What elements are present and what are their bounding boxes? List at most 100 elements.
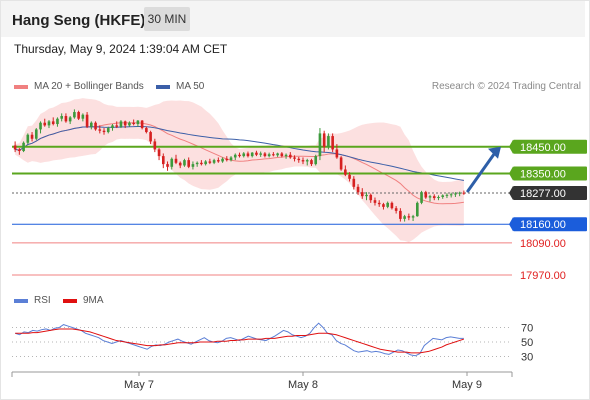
candle-body	[348, 174, 351, 179]
candle-body	[77, 112, 80, 119]
candle-body	[128, 122, 131, 126]
candle-body	[399, 210, 402, 219]
candle-body	[437, 196, 440, 199]
candle-body	[217, 160, 220, 162]
candle-body	[445, 194, 449, 196]
candle-body	[153, 141, 157, 150]
candle-body	[238, 154, 241, 157]
candle-body	[369, 194, 373, 201]
candle-body	[47, 121, 51, 126]
candle-body	[73, 112, 76, 118]
candle-body	[51, 121, 55, 125]
candle-body	[22, 142, 25, 152]
candle-body	[280, 153, 284, 157]
candle-body	[149, 132, 152, 142]
rsi-level-label: 30	[521, 352, 533, 364]
candle-body	[305, 160, 309, 162]
candle-body	[462, 192, 466, 194]
candle-body	[424, 192, 428, 198]
candle-body	[335, 149, 339, 158]
candle-body	[310, 160, 313, 165]
candle-body	[259, 153, 262, 155]
candle-body	[314, 156, 318, 165]
candle-body	[221, 158, 224, 162]
candle-body	[30, 134, 34, 139]
candle-body	[170, 158, 174, 167]
candle-body	[34, 129, 38, 139]
candle-body	[183, 160, 186, 166]
candle-body	[250, 152, 254, 157]
candle-body	[394, 208, 398, 211]
candle-body	[200, 162, 203, 165]
candle-body	[454, 193, 457, 195]
candle-body	[90, 122, 93, 127]
candle-body	[18, 149, 21, 152]
chart-panel: Hang Seng (HKFE) 30 MIN Thursday, May 9,…	[0, 0, 590, 400]
candle-body	[204, 161, 207, 165]
candle-body	[432, 196, 436, 199]
x-axis-label: May 8	[288, 379, 318, 391]
candle-body	[81, 114, 85, 119]
candle-body	[365, 194, 368, 197]
rsi-level-label: 70	[521, 323, 533, 335]
candle-body	[166, 164, 169, 167]
candle-body	[276, 153, 279, 156]
candle-body	[288, 154, 292, 158]
candle-body	[403, 216, 406, 219]
forecast-arrow-head	[488, 146, 501, 159]
price-tag-pointer	[509, 185, 513, 200]
candle-body	[356, 186, 360, 193]
candle-body	[386, 202, 389, 207]
candle-body	[229, 157, 233, 161]
candle-body	[242, 153, 246, 157]
candle-body	[420, 192, 423, 203]
candle-body	[106, 128, 110, 133]
candle-body	[98, 129, 102, 131]
candle-body	[293, 157, 296, 159]
candle-body	[373, 200, 377, 203]
candle-body	[208, 161, 212, 163]
candle-body	[267, 154, 271, 157]
forecast-arrow-shaft	[466, 151, 497, 193]
candle-body	[297, 158, 301, 161]
candle-body	[407, 216, 411, 218]
candle-body	[145, 128, 148, 133]
candle-body	[344, 169, 347, 175]
candle-body	[272, 154, 275, 156]
candle-body	[111, 125, 114, 129]
candle-body	[352, 178, 356, 187]
candle-body	[161, 156, 165, 165]
candle-body	[449, 194, 453, 196]
price-label-last: 18277.00	[520, 188, 566, 200]
candle-body	[187, 160, 191, 167]
candle-body	[225, 158, 229, 161]
candle-body	[191, 164, 195, 167]
candle-body	[284, 154, 288, 157]
candle-body	[136, 120, 140, 125]
candle-body	[360, 192, 364, 197]
price-tag-pointer	[509, 166, 513, 181]
candle-body	[318, 133, 322, 157]
candle-body	[416, 202, 419, 217]
candle-body	[263, 153, 267, 157]
candle-body	[178, 162, 182, 166]
rsi-level-label: 50	[521, 337, 533, 349]
candle-body	[195, 162, 199, 165]
candle-body	[102, 130, 106, 133]
candle-body	[322, 133, 326, 147]
candle-body	[115, 125, 119, 127]
candle-body	[119, 121, 123, 127]
candle-body	[377, 202, 381, 205]
candle-body	[382, 204, 385, 207]
x-axis-label: May 9	[452, 379, 482, 391]
price-label-target: 18090.00	[520, 238, 566, 250]
price-tag-pointer	[509, 217, 513, 232]
candle-body	[132, 122, 135, 125]
candle-body	[123, 121, 127, 126]
candle-body	[233, 154, 237, 158]
candle-body	[13, 145, 17, 150]
candle-body	[26, 134, 30, 143]
candle-body	[246, 153, 250, 157]
candle-body	[441, 195, 445, 197]
candle-body	[94, 122, 97, 130]
